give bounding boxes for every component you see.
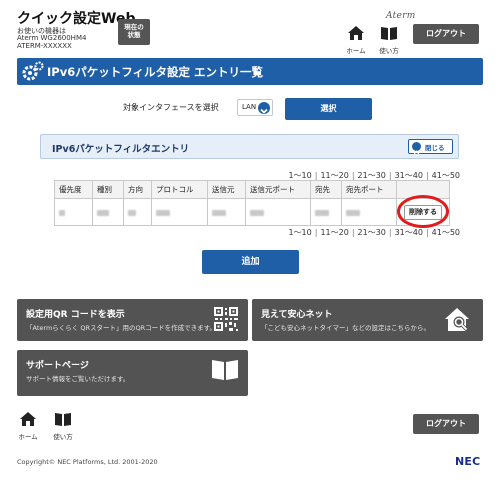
safe-tile-title: 見えて安心ネット bbox=[261, 310, 333, 320]
current-status-button[interactable]: 現在の 状態 bbox=[118, 19, 150, 45]
support-page-tile[interactable]: サポートページ サポート情報をご覧いただけます。 bbox=[17, 350, 248, 396]
support-tile-title: サポートページ bbox=[26, 361, 89, 371]
section-header: IPv6パケットフィルタエントリ 閉じる bbox=[40, 134, 459, 159]
safe-net-tile[interactable]: 見えて安心ネット 「こども安心ネットタイマー」などの設定はこちらから。 bbox=[252, 299, 483, 341]
collapse-label: 閉じる bbox=[425, 144, 445, 152]
footer-logout-button[interactable]: ログアウト bbox=[413, 414, 479, 434]
cell-source-port-redacted bbox=[245, 198, 311, 226]
cell-direction-redacted bbox=[123, 198, 152, 226]
book-icon bbox=[381, 27, 397, 40]
page-link-1-10[interactable]: 1～10 bbox=[288, 171, 311, 180]
page-link-11-20[interactable]: 11～20 bbox=[320, 228, 348, 237]
status-button-line-1: 現在の bbox=[124, 23, 144, 31]
separator: | bbox=[351, 228, 355, 237]
nec-logo: NEC bbox=[455, 455, 481, 468]
column-header-destination: 宛先 bbox=[310, 180, 342, 199]
home-icon bbox=[20, 412, 36, 426]
add-button[interactable]: 追加 bbox=[202, 250, 299, 274]
separator: | bbox=[388, 228, 392, 237]
cell-destination-redacted bbox=[310, 198, 342, 226]
device-id: ATERM-XXXXXX bbox=[17, 42, 72, 50]
select-button[interactable]: 選択 bbox=[285, 98, 372, 120]
column-header-source: 送信元 bbox=[207, 180, 246, 199]
interface-label: 対象インタフェースを選択 bbox=[123, 103, 219, 112]
table-header-row: 優先度 種別 方向 プロトコル 送信元 送信元ポート 宛先 宛先ポート bbox=[54, 180, 450, 199]
footer-home-button[interactable]: ホーム bbox=[17, 411, 39, 441]
collapse-button[interactable]: 閉じる bbox=[408, 139, 453, 155]
book-icon bbox=[212, 360, 238, 380]
header-home-label: ホーム bbox=[346, 47, 366, 55]
support-tile-description: サポート情報をご覧いただけます。 bbox=[26, 375, 130, 383]
column-header-protocol: プロトコル bbox=[151, 180, 208, 199]
footer-manual-label: 使い方 bbox=[53, 433, 73, 441]
footer-manual-button[interactable]: 使い方 bbox=[50, 411, 76, 441]
table-row: 削除する bbox=[54, 198, 450, 226]
qr-code-tile[interactable]: 設定用QR コードを表示 「Atermらくらく QRスタート」用のQRコードを作… bbox=[17, 299, 248, 341]
separator: | bbox=[425, 171, 429, 180]
home-search-icon bbox=[445, 308, 469, 332]
interface-select[interactable]: LAN bbox=[237, 99, 273, 116]
separator: | bbox=[425, 228, 429, 237]
safe-tile-description: 「こども安心ネットタイマー」などの設定はこちらから。 bbox=[261, 324, 430, 332]
header-manual-button[interactable]: 使い方 bbox=[375, 25, 403, 55]
pagination-bottom: 1～10 | 11～20 | 21～30 | 31～40 | 41～50 bbox=[240, 227, 460, 238]
chevron-down-icon bbox=[258, 102, 270, 114]
cell-source-redacted bbox=[207, 198, 246, 226]
header-logout-button[interactable]: ログアウト bbox=[413, 24, 479, 44]
page-title: IPv6パケットフィルタ設定 エントリ一覧 bbox=[47, 65, 263, 79]
column-header-source-port: 送信元ポート bbox=[245, 180, 311, 199]
cell-action: 削除する bbox=[396, 198, 450, 226]
page-link-21-30[interactable]: 21～30 bbox=[358, 171, 386, 180]
page-link-11-20[interactable]: 11～20 bbox=[320, 171, 348, 180]
header-home-button[interactable]: ホーム bbox=[343, 25, 369, 55]
copyright-text: Copyright© NEC Platforms, Ltd. 2001-2020 bbox=[17, 458, 158, 466]
qr-code-icon bbox=[214, 307, 238, 331]
delete-button[interactable]: 削除する bbox=[404, 204, 442, 220]
status-button-line-2: 状態 bbox=[127, 31, 141, 40]
page-link-41-50[interactable]: 41～50 bbox=[432, 171, 460, 180]
separator: | bbox=[388, 171, 392, 180]
page-title-bar: IPv6パケットフィルタ設定 エントリ一覧 bbox=[17, 58, 483, 85]
interface-select-value: LAN bbox=[242, 103, 257, 111]
page-link-31-40[interactable]: 31～40 bbox=[395, 228, 423, 237]
page-link-21-30[interactable]: 21～30 bbox=[358, 228, 386, 237]
gear-icon bbox=[22, 61, 44, 81]
header-manual-label: 使い方 bbox=[379, 47, 399, 55]
qr-tile-description: 「Atermらくらく QRスタート」用のQRコードを作成できます。 bbox=[26, 324, 216, 332]
chevron-up-icon bbox=[412, 142, 421, 155]
column-header-destination-port: 宛先ポート bbox=[341, 180, 397, 199]
separator: | bbox=[314, 228, 318, 237]
cell-type-redacted bbox=[92, 198, 124, 226]
separator: | bbox=[351, 171, 355, 180]
column-header-direction: 方向 bbox=[123, 180, 152, 199]
separator: | bbox=[314, 171, 318, 180]
page-link-1-10[interactable]: 1～10 bbox=[288, 228, 311, 237]
book-icon bbox=[55, 413, 71, 426]
home-icon bbox=[348, 26, 364, 40]
device-model: Aterm WG2600HM4 bbox=[17, 34, 87, 42]
aterm-logo: Aterm bbox=[386, 11, 416, 21]
column-header-action bbox=[396, 180, 450, 199]
qr-tile-title: 設定用QR コードを表示 bbox=[26, 310, 125, 320]
filter-entry-table: 優先度 種別 方向 プロトコル 送信元 送信元ポート 宛先 宛先ポート 削除する bbox=[54, 180, 450, 226]
footer-home-label: ホーム bbox=[18, 433, 38, 441]
cell-protocol-redacted bbox=[151, 198, 208, 226]
column-header-type: 種別 bbox=[92, 180, 124, 199]
page-link-31-40[interactable]: 31～40 bbox=[395, 171, 423, 180]
section-title: IPv6パケットフィルタエントリ bbox=[52, 144, 190, 155]
column-header-priority: 優先度 bbox=[54, 180, 93, 199]
page-link-41-50[interactable]: 41～50 bbox=[432, 228, 460, 237]
cell-priority-redacted bbox=[54, 198, 93, 226]
cell-destination-port-redacted bbox=[341, 198, 397, 226]
